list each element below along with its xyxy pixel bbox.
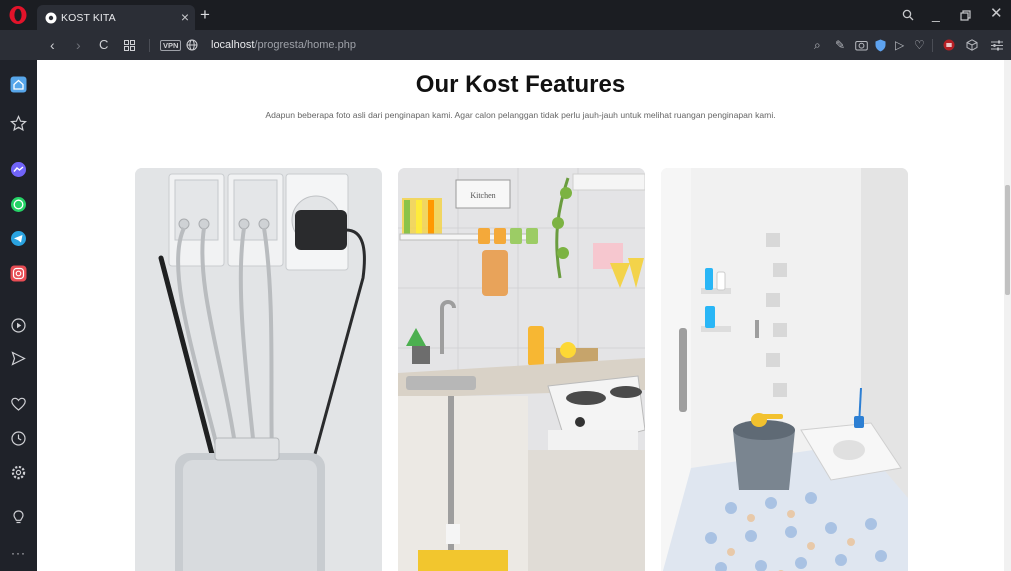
pin-edit-icon[interactable]: ✎ [835, 38, 845, 52]
vpn-badge[interactable]: VPN [160, 40, 182, 51]
new-tab-plus-icon[interactable]: + [200, 6, 210, 23]
url-path: /progresta/home.php [254, 39, 356, 51]
browser-navbar: ‹ › C VPN localhost/progresta/home.php ⌕… [0, 30, 1011, 60]
search-in-page-icon[interactable]: ⌕ [814, 38, 821, 52]
browser-tab-active[interactable]: KOST KITA × [37, 5, 195, 30]
player-icon[interactable] [10, 317, 27, 334]
tab-close-icon[interactable]: × [181, 10, 189, 24]
whatsapp-icon[interactable] [10, 196, 27, 213]
feature-photo-card-charger[interactable] [135, 168, 382, 571]
shield-icon[interactable] [875, 39, 886, 52]
charger-power-strip-photo [135, 168, 382, 571]
search-tabs-icon[interactable] [902, 9, 914, 21]
reload-icon[interactable]: C [99, 38, 108, 52]
settings-gear-icon[interactable] [10, 464, 27, 481]
toolbar-divider [149, 39, 150, 52]
globe-icon[interactable] [186, 39, 198, 51]
snapshot-camera-icon[interactable] [855, 39, 868, 51]
browser-sidebar: ··· [0, 60, 37, 571]
instagram-icon[interactable] [10, 265, 27, 282]
send-flow-icon[interactable]: ▷ [895, 38, 904, 52]
page-description: Adapun beberapa foto asli dari penginapa… [265, 110, 776, 120]
tab-title: KOST KITA [61, 11, 116, 24]
tab-favicon-icon [45, 12, 57, 23]
bathroom-photo [661, 168, 908, 571]
bookmarks-star-icon[interactable] [10, 115, 27, 132]
minimize-window-icon[interactable]: _ [932, 7, 940, 21]
kitchen-photo: Kitchen [398, 168, 645, 571]
messenger-icon[interactable] [10, 161, 27, 178]
close-window-icon[interactable]: ✕ [990, 6, 1003, 21]
history-clock-icon[interactable] [10, 430, 27, 447]
heart-bookmark-icon[interactable]: ♡ [914, 38, 925, 52]
tips-lightbulb-icon[interactable] [10, 509, 27, 526]
extensions-cube-icon[interactable] [966, 39, 978, 51]
easy-setup-sliders-icon[interactable] [991, 40, 1003, 51]
kitchen-sign-text: Kitchen [470, 191, 495, 200]
toolbar-divider [932, 39, 933, 52]
scrollbar-thumb[interactable] [1005, 185, 1010, 295]
restore-window-icon[interactable] [960, 10, 971, 21]
page-viewport: Our Kost Features Adapun beberapa foto a… [37, 60, 1004, 571]
feature-photo-card-kitchen[interactable]: Kitchen [398, 168, 645, 571]
pinboard-heart-icon[interactable] [10, 396, 27, 413]
page-title: Our Kost Features [415, 71, 626, 98]
sidebar-more-icon[interactable]: ··· [11, 546, 26, 560]
feature-photo-card-bathroom[interactable] [661, 168, 908, 571]
url-host: localhost [211, 39, 255, 51]
telegram-icon[interactable] [10, 230, 27, 247]
forward-chevron-icon[interactable]: › [76, 38, 81, 52]
home-icon[interactable] [10, 76, 27, 93]
address-bar-url[interactable]: localhost/progresta/home.php [211, 39, 356, 51]
back-chevron-icon[interactable]: ‹ [50, 38, 55, 52]
speed-dial-grid-icon[interactable] [124, 40, 135, 51]
my-flow-send-icon[interactable] [10, 350, 27, 367]
ublock-origin-icon[interactable] [943, 39, 955, 51]
opera-logo-icon[interactable] [8, 5, 28, 25]
browser-titlebar: KOST KITA × + _ ✕ [0, 0, 1011, 30]
page-scrollbar[interactable] [1004, 60, 1011, 571]
